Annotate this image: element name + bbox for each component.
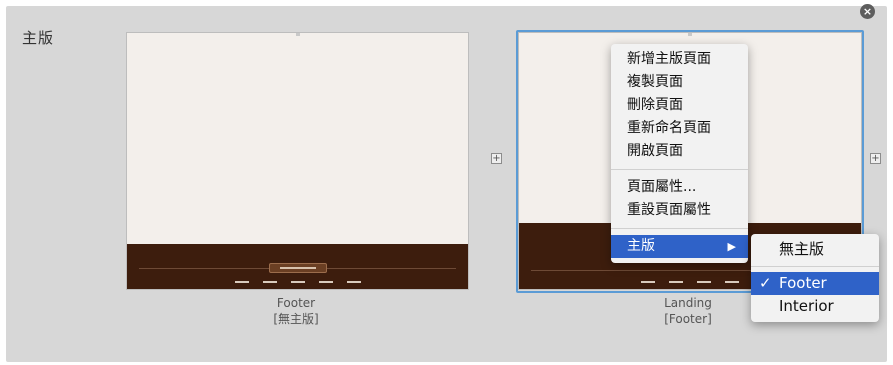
- submenu-item-no-master[interactable]: 無主版: [751, 238, 879, 261]
- menu-separator: [611, 228, 748, 229]
- caption-master-name: [無主版]: [273, 312, 319, 326]
- thumbnail-footer-bar: [127, 244, 468, 289]
- thumbnail-caption-landing: Landing [Footer]: [628, 295, 748, 327]
- menu-item-master[interactable]: 主版 ▶: [611, 235, 748, 258]
- footer-logo: [268, 263, 327, 273]
- close-icon[interactable]: ×: [860, 4, 875, 19]
- menu-item-reset-properties[interactable]: 重設頁面屬性: [611, 199, 748, 222]
- context-menu: 新增主版頁面 複製頁面 刪除頁面 重新命名頁面 開啟頁面 頁面屬性... 重設頁…: [611, 44, 748, 263]
- menu-separator: [751, 266, 879, 267]
- submenu-item-footer[interactable]: ✓ Footer: [751, 272, 879, 295]
- menu-separator: [611, 169, 748, 170]
- checkmark-icon: ✓: [759, 274, 772, 292]
- section-label: 主版: [22, 29, 55, 47]
- menu-item-open-page[interactable]: 開啟頁面: [611, 140, 748, 163]
- plus-icon[interactable]: +: [870, 153, 881, 164]
- thumbnail-handle: [295, 33, 300, 36]
- menu-item-new-master[interactable]: 新增主版頁面: [611, 48, 748, 71]
- caption-page-name: Landing: [664, 296, 712, 310]
- menu-item-rename-page[interactable]: 重新命名頁面: [611, 117, 748, 140]
- caption-master-name: [Footer]: [664, 312, 712, 326]
- page-thumbnail-footer[interactable]: [126, 32, 469, 290]
- submenu-item-interior[interactable]: Interior: [751, 295, 879, 318]
- menu-item-delete-page[interactable]: 刪除頁面: [611, 94, 748, 117]
- plus-icon[interactable]: +: [491, 153, 502, 164]
- menu-item-page-properties[interactable]: 頁面屬性...: [611, 176, 748, 199]
- submenu-item-footer-label: Footer: [779, 274, 827, 292]
- master-submenu: 無主版 ✓ Footer Interior: [751, 234, 879, 322]
- caption-page-name: Footer: [276, 296, 316, 310]
- chevron-right-icon: ▶: [727, 240, 736, 253]
- footer-links: [234, 281, 361, 283]
- menu-item-duplicate-page[interactable]: 複製頁面: [611, 71, 748, 94]
- menu-item-master-label: 主版: [627, 238, 655, 254]
- thumbnail-caption-footer: Footer [無主版]: [236, 295, 356, 327]
